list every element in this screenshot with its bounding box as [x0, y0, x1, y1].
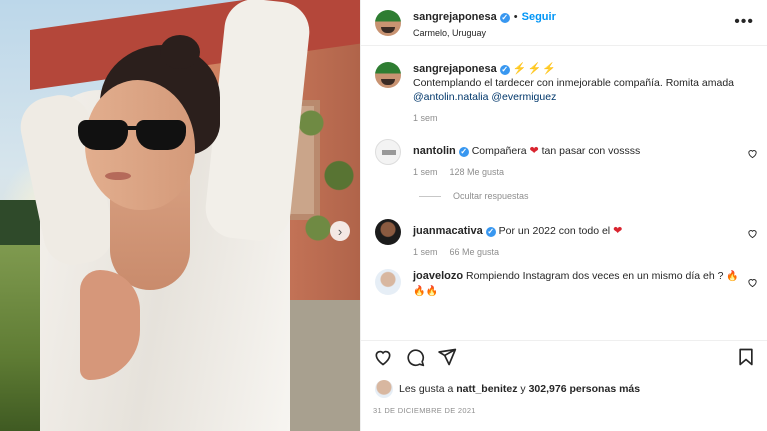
verified-icon: ✓: [485, 227, 496, 237]
verified-icon: ✓: [499, 65, 510, 75]
likes-summary: Les gusta a natt_benitez y 302,976 perso…: [375, 380, 640, 398]
avatar[interactable]: [375, 62, 401, 88]
likes-prefix: Les gusta a: [399, 383, 454, 395]
chevron-right-icon[interactable]: ›: [330, 221, 350, 241]
comment-body: juanmacativa ✓ Por un 2022 con todo el ❤ …: [413, 219, 743, 257]
comment-text: joavelozo Rompiendo Instagram dos veces …: [413, 269, 743, 299]
comment-body: joavelozo Rompiendo Instagram dos veces …: [413, 269, 743, 299]
avatar[interactable]: [375, 139, 401, 165]
avatar[interactable]: [375, 9, 401, 36]
comment-content: tan pasar con vossss: [541, 145, 641, 157]
comment-likes[interactable]: 66 Me gusta: [450, 247, 500, 257]
comment-body: nantolin ✓ Compañera ❤ tan pasar con voss…: [413, 139, 743, 177]
photo-lens-right: [136, 120, 186, 150]
post-photo[interactable]: ›: [0, 0, 360, 431]
post-side-panel: sangrejaponesa ✓ • Seguir Carmelo, Uruguay …: [360, 0, 767, 431]
comment-meta: 1 sem 66 Me gusta: [413, 247, 743, 257]
hide-replies-label: Ocultar respuestas: [453, 191, 529, 201]
hide-replies-button[interactable]: Ocultar respuestas: [361, 191, 767, 201]
comment-item: juanmacativa ✓ Por un 2022 con todo el ❤ …: [361, 219, 767, 257]
comment-content: Compañera: [471, 145, 527, 157]
likes-suffix[interactable]: personas más: [569, 383, 640, 395]
share-icon[interactable]: [437, 347, 457, 367]
avatar[interactable]: [375, 219, 401, 245]
post-header: sangrejaponesa ✓ • Seguir Carmelo, Uruguay …: [361, 0, 767, 46]
comment-item: joavelozo Rompiendo Instagram dos veces …: [361, 269, 767, 299]
bookmark-icon[interactable]: [736, 347, 756, 367]
more-options-icon[interactable]: •••: [734, 14, 754, 30]
mention-link[interactable]: @antolin.natalia: [413, 91, 488, 103]
caption-meta: 1 sem: [413, 113, 743, 123]
heart-icon[interactable]: [747, 277, 758, 288]
action-bar: [361, 340, 767, 372]
caption-body: sangrejaponesa ✓ ⚡⚡⚡ Contemplando el tarde…: [413, 62, 743, 123]
comment-username[interactable]: joavelozo: [413, 270, 463, 282]
lightning-emoji: ⚡⚡⚡: [512, 63, 557, 75]
comment-meta: 1 sem 128 Me gusta: [413, 167, 743, 177]
likes-middle: y: [520, 383, 526, 395]
comment-username[interactable]: juanmacativa: [413, 225, 483, 237]
caption-text: sangrejaponesa ✓ ⚡⚡⚡ Contemplando el tarde…: [413, 62, 743, 104]
comment-likes[interactable]: 128 Me gusta: [450, 167, 505, 177]
comment-icon[interactable]: [405, 347, 425, 367]
location-link[interactable]: Carmelo, Uruguay: [413, 28, 556, 38]
photo-hair-bun: [160, 35, 200, 69]
photo-sunglasses: [78, 120, 188, 154]
post-date[interactable]: 31 DE DICIEMBRE DE 2021: [373, 406, 476, 415]
heart-icon[interactable]: [373, 347, 393, 367]
photo-lens-left: [78, 120, 128, 150]
caption: sangrejaponesa ✓ ⚡⚡⚡ Contemplando el tarde…: [361, 62, 767, 123]
mention-link[interactable]: @evermiguez: [491, 91, 556, 103]
caption-time[interactable]: 1 sem: [413, 113, 438, 123]
comments-list: sangrejaponesa ✓ ⚡⚡⚡ Contemplando el tarde…: [361, 62, 767, 299]
heart-icon[interactable]: [747, 228, 758, 239]
likes-count[interactable]: 302,976: [529, 383, 567, 395]
heart-icon[interactable]: [747, 148, 758, 159]
comment-item: nantolin ✓ Compañera ❤ tan pasar con voss…: [361, 139, 767, 177]
comment-content: Por un 2022 con todo el: [498, 225, 611, 237]
caption-username[interactable]: sangrejaponesa: [413, 63, 497, 75]
header-names: sangrejaponesa ✓ • Seguir Carmelo, Uruguay: [413, 7, 556, 38]
likes-user-link[interactable]: natt_benitez: [456, 383, 517, 395]
follow-button[interactable]: Seguir: [522, 11, 556, 23]
verified-icon: ✓: [499, 13, 510, 23]
comment-time[interactable]: 1 sem: [413, 167, 438, 177]
comment-username[interactable]: nantolin: [413, 145, 456, 157]
red-heart-emoji: ❤: [529, 145, 539, 157]
hide-replies-line: [419, 195, 441, 197]
comment-content: Rompiendo Instagram dos veces en un mism…: [466, 270, 724, 282]
header-separator: •: [513, 11, 518, 23]
comment-text: nantolin ✓ Compañera ❤ tan pasar con voss…: [413, 144, 743, 158]
avatar[interactable]: [375, 380, 393, 398]
header-username[interactable]: sangrejaponesa: [413, 11, 497, 23]
caption-content: Contemplando el tardecer con inmejorable…: [413, 77, 735, 89]
verified-icon: ✓: [458, 147, 469, 157]
avatar[interactable]: [375, 269, 401, 295]
red-heart-emoji: ❤: [613, 225, 623, 237]
comment-text: juanmacativa ✓ Por un 2022 con todo el ❤: [413, 224, 743, 238]
comment-time[interactable]: 1 sem: [413, 247, 438, 257]
photo-lips: [105, 172, 131, 180]
